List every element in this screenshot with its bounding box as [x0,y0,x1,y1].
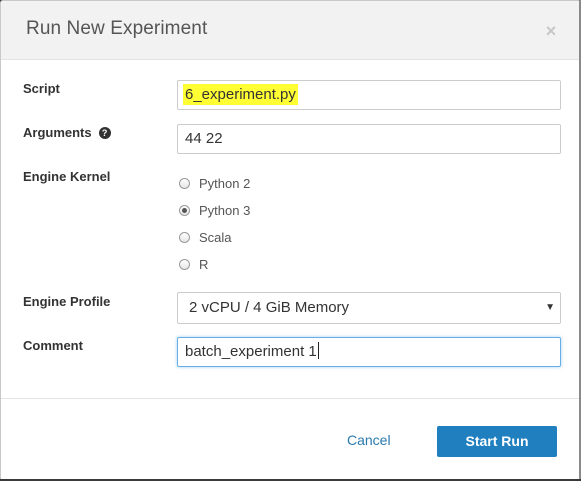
run-experiment-dialog: Run New Experiment × Script 6_experiment… [0,0,581,481]
radio-button-selected[interactable] [179,204,190,216]
arguments-value: 44 22 [185,130,223,147]
engine-profile-value: 2 vCPU / 4 GiB Memory [189,299,350,316]
kernel-option-python2[interactable]: Python 2 [179,175,250,191]
script-input[interactable]: 6_experiment.py [177,80,561,110]
dialog-header: Run New Experiment × [1,1,580,60]
kernel-option-python3[interactable]: Python 3 [179,202,250,218]
radio-button[interactable] [179,231,190,243]
radio-button[interactable] [179,258,190,270]
arguments-input[interactable]: 44 22 [177,124,561,154]
engine-kernel-label: Engine Kernel [23,169,111,184]
kernel-option-label: Python 2 [199,175,251,191]
engine-profile-select[interactable]: 2 vCPU / 4 GiB Memory ▼ [177,292,561,324]
close-icon[interactable]: × [542,21,560,41]
dialog-title: Run New Experiment [26,18,208,39]
arguments-label-text: Arguments [23,125,92,140]
arguments-label: Arguments? [23,125,111,140]
kernel-option-label: Python 3 [199,202,251,218]
dialog-footer: Cancel Start Run [1,398,580,480]
kernel-option-r[interactable]: R [179,256,208,272]
script-label: Script [23,81,60,96]
start-run-button[interactable]: Start Run [437,426,557,457]
kernel-option-label: Scala [199,229,232,245]
comment-value: batch_experiment 1 [185,343,317,360]
engine-profile-label: Engine Profile [23,294,111,309]
text-caret [317,342,319,359]
cancel-button[interactable]: Cancel [347,432,391,448]
radio-button[interactable] [179,177,190,189]
comment-label: Comment [23,338,83,353]
kernel-option-scala[interactable]: Scala [179,229,232,245]
script-value: 6_experiment.py [183,84,298,105]
help-icon[interactable]: ? [98,127,111,139]
comment-input[interactable]: batch_experiment 1 [177,337,561,367]
chevron-down-icon: ▼ [545,302,555,313]
kernel-option-label: R [199,256,209,272]
